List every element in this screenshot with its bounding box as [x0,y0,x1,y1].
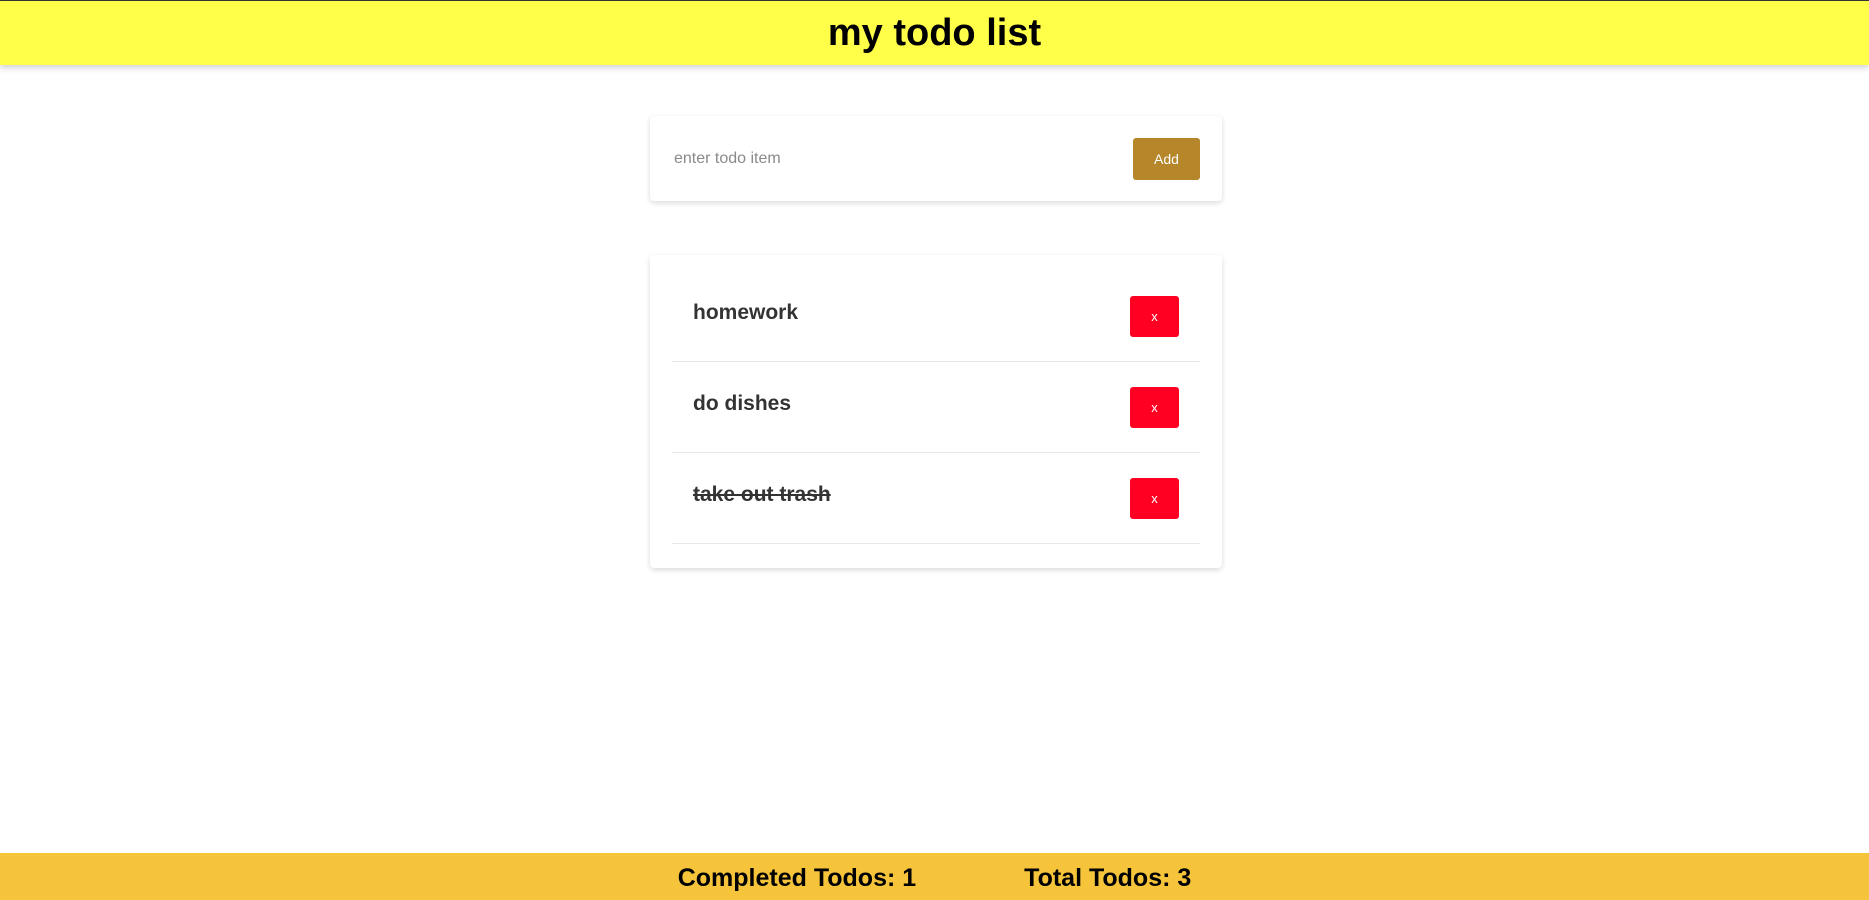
add-button[interactable]: Add [1133,137,1200,180]
todo-text-completed[interactable]: take out trash [693,483,831,507]
delete-button[interactable]: x [1130,295,1179,337]
todo-list: homework x do dishes x take out trash x [650,255,1222,568]
page-title: my todo list [827,11,1042,54]
todo-app: my todo list Add homework x do dishes x … [0,0,1869,900]
todo-text[interactable]: homework [693,301,798,325]
completed-count: Completed Todos: 1 [677,864,917,892]
delete-button[interactable]: x [1130,477,1179,519]
app-header: my todo list [0,0,1869,65]
todo-item[interactable]: homework x [672,271,1200,362]
todo-text[interactable]: do dishes [693,392,791,416]
stats-footer: Completed Todos: 1 Total Todos: 3 [0,853,1869,900]
todo-input[interactable] [672,138,1133,179]
add-todo-form: Add [650,116,1222,201]
todo-item[interactable]: take out trash x [672,453,1200,544]
delete-button[interactable]: x [1130,386,1179,428]
total-count: Total Todos: 3 [1024,864,1192,892]
todo-item[interactable]: do dishes x [672,362,1200,453]
